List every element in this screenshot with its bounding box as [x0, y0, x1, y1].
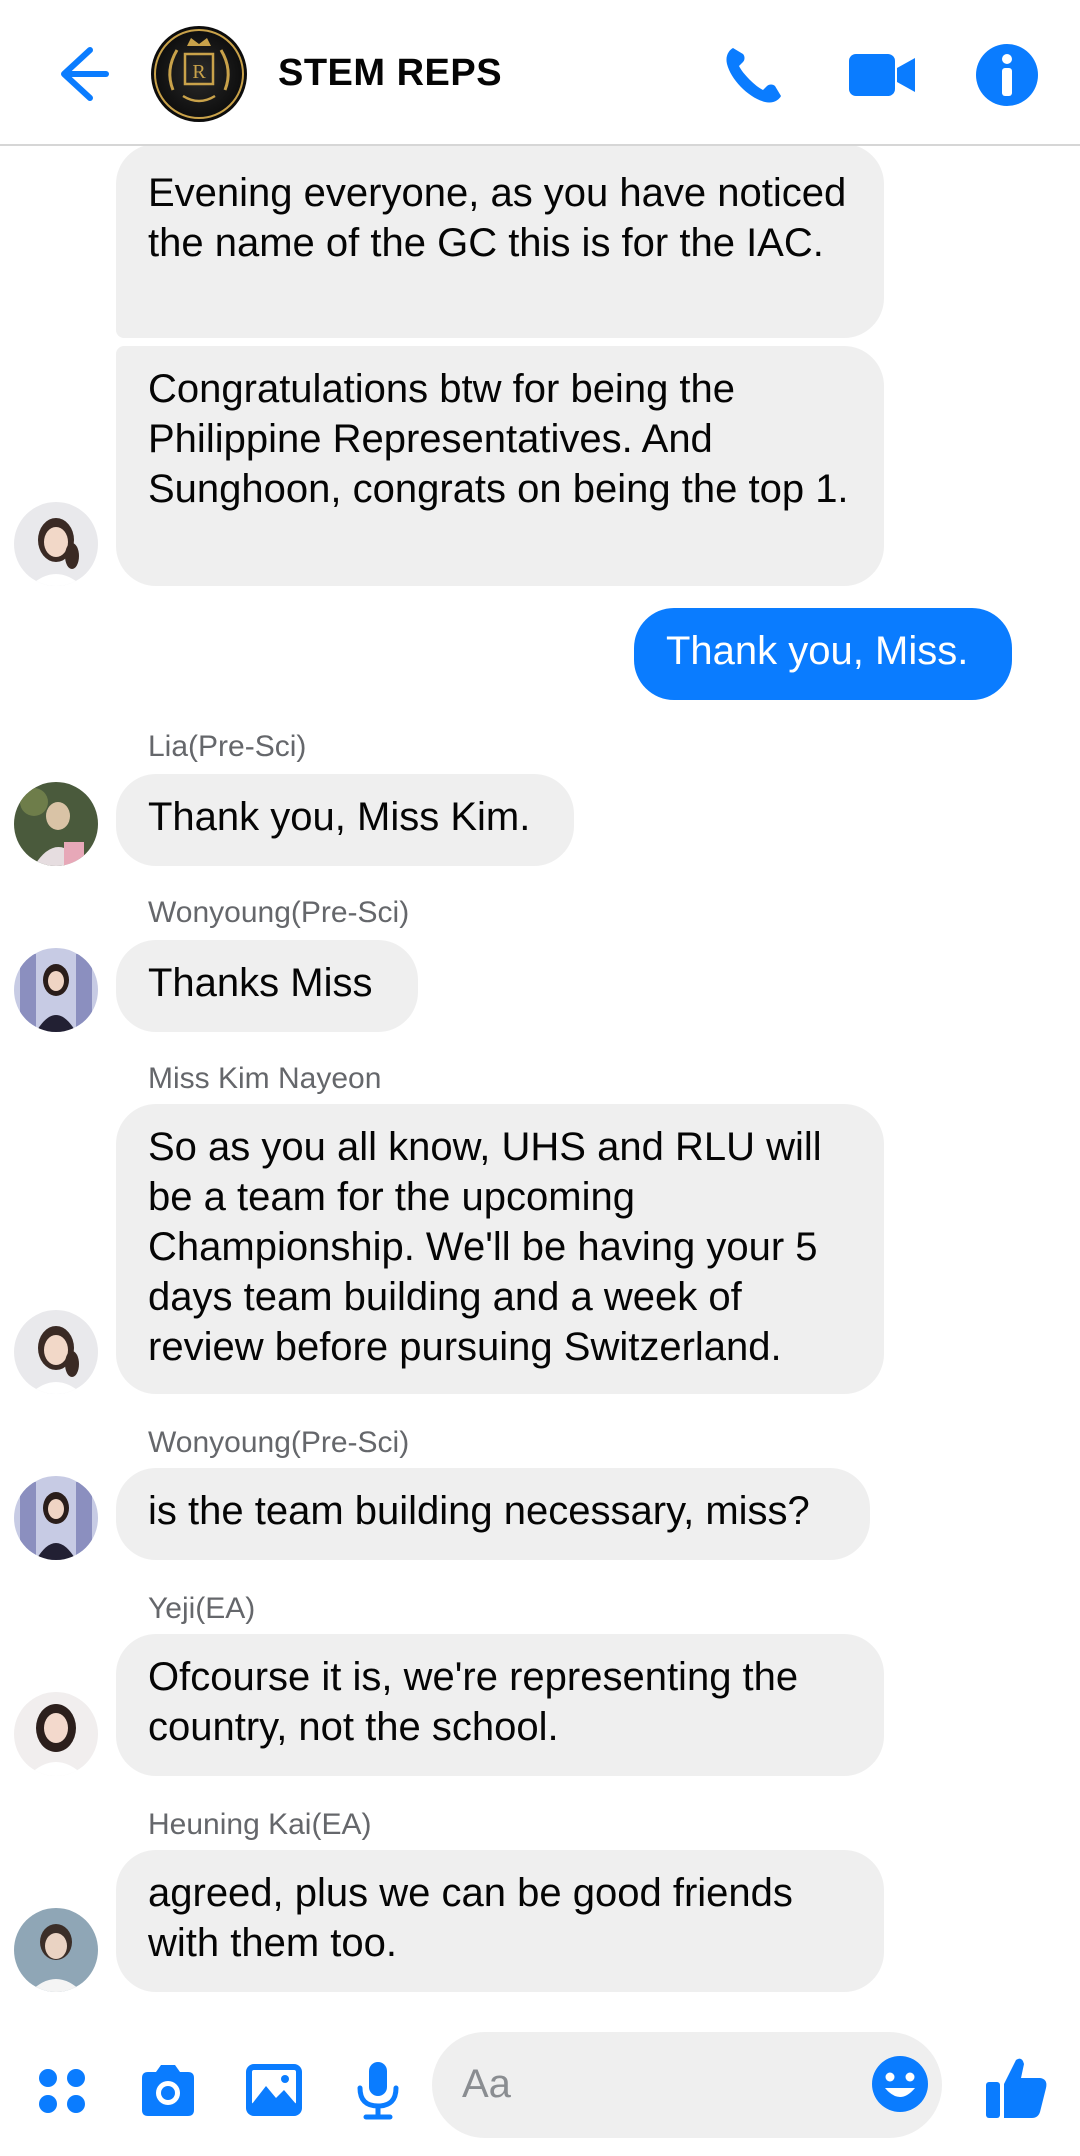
camera-icon [142, 2065, 194, 2116]
profile-photo-icon [14, 1310, 98, 1394]
message-bubble[interactable]: Ofcourse it is, we're representing the c… [116, 1634, 884, 1776]
emoji-icon [872, 2056, 928, 2112]
like-button[interactable] [982, 2052, 1052, 2122]
avatar-wonyoung[interactable] [14, 1476, 98, 1560]
profile-photo-icon [14, 1908, 98, 1992]
info-button[interactable] [970, 38, 1044, 112]
grid-menu-icon [39, 2069, 85, 2113]
profile-photo-icon [14, 1476, 98, 1560]
svg-text:R: R [192, 61, 206, 83]
profile-photo-icon [14, 782, 98, 866]
image-icon [246, 2064, 302, 2116]
message-bubble[interactable]: So as you all know, UHS and RLU will be … [116, 1104, 884, 1394]
message-input-placeholder: Aa [462, 2062, 511, 2106]
message-bubble[interactable]: Thank you, Miss Kim. [116, 774, 574, 866]
avatar-wonyoung[interactable] [14, 948, 98, 1032]
group-avatar[interactable]: R [151, 26, 247, 122]
avatar-lia[interactable] [14, 782, 98, 866]
avatar-miss-kim[interactable] [14, 502, 98, 586]
message-bubble[interactable]: Thanks Miss [116, 940, 418, 1032]
camera-button[interactable] [136, 2058, 200, 2122]
more-actions-button[interactable] [30, 2058, 94, 2122]
back-button[interactable] [40, 38, 120, 108]
profile-photo-icon [14, 502, 98, 586]
sender-name: Lia(Pre-Sci) [148, 730, 307, 763]
profile-photo-icon [14, 948, 98, 1032]
avatar-heuning-kai[interactable] [14, 1908, 98, 1992]
message-bubble[interactable]: Evening everyone, as you have noticed th… [116, 146, 884, 338]
sender-name: Heuning Kai(EA) [148, 1808, 372, 1841]
message-composer: Aa [0, 2018, 1080, 2156]
conversation-header: R STEM REPS [0, 0, 1080, 146]
sender-name: Wonyoung(Pre-Sci) [148, 1426, 410, 1459]
phone-icon [726, 48, 781, 103]
profile-photo-icon [14, 1692, 98, 1776]
message-bubble[interactable]: Congratulations btw for being the Philip… [116, 346, 884, 586]
video-call-button[interactable] [845, 38, 919, 112]
message-input[interactable]: Aa [432, 2032, 942, 2138]
thumbs-up-icon [986, 2058, 1047, 2118]
message-bubble[interactable]: agreed, plus we can be good friends with… [116, 1850, 884, 1992]
gallery-button[interactable] [242, 2058, 306, 2122]
conversation-title[interactable]: STEM REPS [278, 52, 502, 95]
microphone-icon [357, 2062, 399, 2120]
crest-logo-icon: R [154, 29, 244, 119]
info-icon [976, 44, 1038, 106]
sender-name: Miss Kim Nayeon [148, 1062, 382, 1095]
video-camera-icon [849, 54, 915, 96]
my-message-bubble[interactable]: Thank you, Miss. [634, 608, 1012, 700]
emoji-button[interactable] [868, 2052, 932, 2116]
message-list[interactable]: Evening everyone, as you have noticed th… [0, 146, 1080, 2018]
message-bubble[interactable]: is the team building necessary, miss? [116, 1468, 870, 1560]
avatar-miss-kim[interactable] [14, 1310, 98, 1394]
voice-message-button[interactable] [346, 2058, 410, 2122]
avatar-yeji[interactable] [14, 1692, 98, 1776]
arrow-left-icon [61, 47, 109, 101]
sender-name: Wonyoung(Pre-Sci) [148, 896, 410, 929]
sender-name: Yeji(EA) [148, 1592, 256, 1625]
call-button[interactable] [717, 38, 791, 112]
